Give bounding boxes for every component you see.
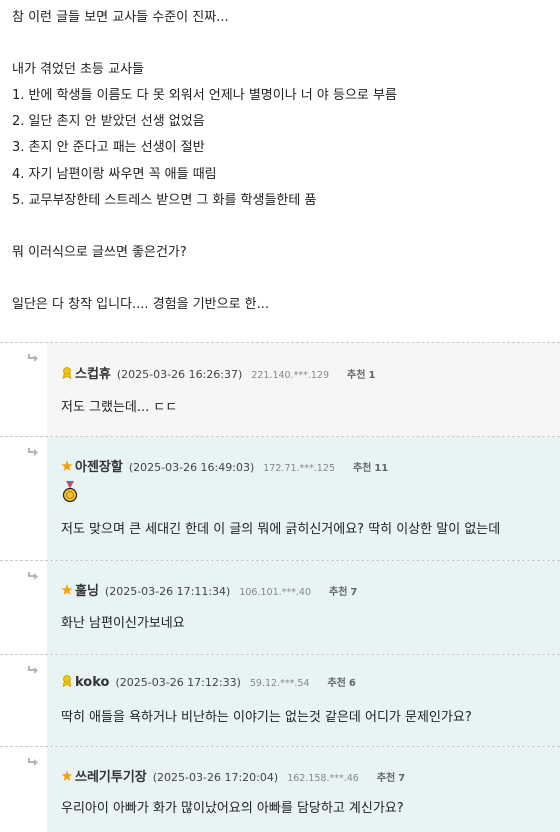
comment-text: 저도 그랬는데... ㄷㄷ [61,400,178,415]
recommend-count: 11 [374,463,389,474]
post-line [12,31,548,57]
comment-date: (2025-03-26 17:11:34) [104,585,231,598]
comment-ip: 221.140.***.129 [251,370,330,381]
comment-text: 딱히 애들을 욕하거나 비난하는 이야기는 없는것 같은데 어디가 문제인가요? [61,710,472,725]
comment-date: (2025-03-26 16:26:37) [116,368,243,381]
star-icon [61,584,73,595]
post-line: 2. 일단 촌지 안 받았던 선생 없었음 [12,114,205,130]
recommend-count: 1 [368,370,376,381]
comment-list: 스컵휴 (2025-03-26 16:26:37) 221.140.***.12… [0,342,560,832]
comment-text: 우리아이 아빠가 화가 많이났어요의 아빠를 담당하고 계신가요? [61,801,404,816]
recommend-label: 추천 [376,773,396,784]
comment-nickname[interactable]: 훌닝 [75,580,99,599]
post-line [12,266,548,292]
recommend-label: 추천 [352,463,372,474]
comment-header: 쓰레기투기장 (2025-03-26 17:20:04) 162.158.***… [61,766,405,785]
comment-nickname[interactable]: 아젠장할 [75,456,123,475]
comment-item: 스컵휴 (2025-03-26 16:26:37) 221.140.***.12… [0,342,560,436]
comment-date: (2025-03-26 17:20:04) [152,771,279,784]
post-line: 5. 교무부장한테 스트레스 받으면 그 화를 학생들한테 품 [12,192,317,208]
member-level-icon [62,367,72,379]
comment-date: (2025-03-26 16:49:03) [128,461,255,474]
comment-text: 화난 남편이신가보네요 [61,616,185,631]
comment-nickname[interactable]: koko [75,675,109,690]
comment-item: 훌닝 (2025-03-26 17:11:34) 106.101.***.40 … [0,560,560,654]
post-line: 3. 촌지 안 준다고 패는 선생이 절반 [12,140,205,156]
post-line: 내가 겪었던 초등 교사들 [12,62,144,78]
comment-ip: 59.12.***.54 [249,678,310,689]
comment-date: (2025-03-26 17:12:33) [115,676,241,689]
recommend-label: 추천 [327,678,346,689]
comment-header: koko (2025-03-26 17:12:33) 59.12.***.54 … [61,674,356,690]
reply-arrow-icon [28,448,38,456]
comment-nickname[interactable]: 스컵휴 [75,363,111,382]
recommend-label: 추천 [347,370,366,381]
reply-arrow-icon [28,354,38,362]
comment-item: koko (2025-03-26 17:12:33) 59.12.***.54 … [0,654,560,746]
recommend-count: 6 [348,678,356,689]
comment-ip: 162.158.***.46 [287,773,359,784]
reply-arrow-icon [28,666,38,674]
recommend-label: 추천 [329,587,348,598]
comment-header: 스컵휴 (2025-03-26 16:26:37) 221.140.***.12… [61,363,375,382]
recommend-count: 7 [350,587,358,598]
post-line [12,214,548,240]
comment-header: 훌닝 (2025-03-26 17:11:34) 106.101.***.40 … [61,580,357,599]
comment-ip: 106.101.***.40 [239,587,312,598]
reply-arrow-icon [28,572,38,580]
comment-text: 저도 맞으며 큰 세대긴 한데 이 글의 뭐에 긁히신거에요? 딱히 이상한 말… [61,522,501,537]
post-line: 일단은 다 창작 입니다.... 경험을 기반으로 한... [12,297,270,313]
post-line: 1. 반에 학생들 이름도 다 못 외워서 언제나 별명이나 너 야 등으로 부… [12,88,397,104]
post-line: 뭐 이러식으로 글쓰면 좋은건가? [12,244,187,260]
star-icon [61,770,73,781]
post-line: 참 이런 글들 보면 교사들 수준이 진짜... [12,10,229,25]
star-icon [61,460,73,471]
post-body: 참 이런 글들 보면 교사들 수준이 진짜... 내가 겪었던 초등 교사들 1… [0,0,560,338]
recommend-count: 7 [398,773,406,784]
comment-header: 아젠장할 (2025-03-26 16:49:03) 172.71.***.12… [61,456,388,475]
comment-nickname[interactable]: 쓰레기투기장 [75,766,147,785]
post-line: 4. 자기 남편이랑 싸우면 꼭 애들 때림 [12,166,217,182]
comment-ip: 172.71.***.125 [263,463,335,474]
member-level-icon [62,675,72,687]
comment-item: 아젠장할 (2025-03-26 16:49:03) 172.71.***.12… [0,436,560,560]
medal-icon [62,481,78,503]
comment-item: 쓰레기투기장 (2025-03-26 17:20:04) 162.158.***… [0,746,560,832]
reply-arrow-icon [28,758,38,766]
